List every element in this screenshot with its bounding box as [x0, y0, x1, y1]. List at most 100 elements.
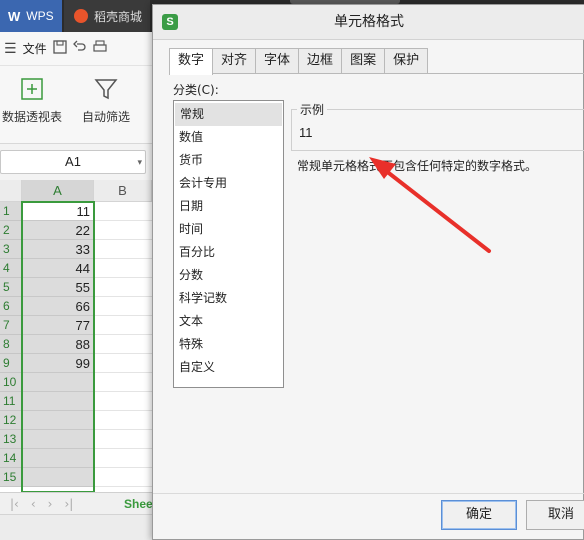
cell-a[interactable]: 44 — [22, 259, 94, 278]
table-row[interactable]: 2 22 — [0, 221, 152, 240]
column-header-a[interactable]: A — [22, 180, 94, 202]
row-header[interactable]: 12 — [0, 411, 22, 430]
hamburger-icon[interactable]: ☰ — [4, 41, 17, 57]
row-header[interactable]: 8 — [0, 335, 22, 354]
category-item-general[interactable]: 常规 — [175, 103, 282, 126]
cell-a[interactable]: 99 — [22, 354, 94, 373]
table-row[interactable]: 6 66 — [0, 297, 152, 316]
tab-wps[interactable]: W WPS — [0, 0, 62, 32]
cell-a[interactable]: 33 — [22, 240, 94, 259]
cell-a[interactable]: 77 — [22, 316, 94, 335]
ok-button[interactable]: 确定 — [441, 500, 517, 530]
table-row[interactable]: 13 — [0, 430, 152, 449]
autofilter-button[interactable]: 自动筛选 — [82, 76, 130, 125]
row-header[interactable]: 10 — [0, 373, 22, 392]
category-list[interactable]: 常规 数值 货币 会计专用 日期 时间 百分比 分数 科学记数 文本 特殊 自定… — [173, 100, 284, 388]
cell-b[interactable] — [94, 335, 152, 354]
prev-sheet-icon[interactable]: ‹ — [31, 497, 36, 511]
category-item-percentage[interactable]: 百分比 — [174, 241, 283, 264]
table-row[interactable]: 4 44 — [0, 259, 152, 278]
category-item-currency[interactable]: 货币 — [174, 149, 283, 172]
cell-a[interactable] — [22, 468, 94, 487]
corner-cell[interactable] — [0, 180, 22, 202]
table-row[interactable]: 1 11 — [0, 202, 152, 221]
cell-a[interactable] — [22, 373, 94, 392]
row-header[interactable]: 15 — [0, 468, 22, 487]
cell-b[interactable] — [94, 297, 152, 316]
tab-docer-store[interactable]: 稻壳商城 — [64, 0, 150, 32]
tab-number[interactable]: 数字 — [169, 48, 214, 75]
cell-b[interactable] — [94, 354, 152, 373]
chevron-down-icon[interactable]: ▾ — [137, 151, 142, 173]
category-item-custom[interactable]: 自定义 — [174, 356, 283, 379]
cell-a[interactable] — [22, 392, 94, 411]
print-icon[interactable] — [92, 39, 107, 58]
table-row[interactable]: 9 99 — [0, 354, 152, 373]
cell-a[interactable]: 88 — [22, 335, 94, 354]
undo-icon[interactable] — [72, 40, 87, 58]
last-sheet-icon[interactable]: ›| — [64, 497, 73, 511]
table-row[interactable]: 15 — [0, 468, 152, 487]
next-sheet-icon[interactable]: › — [48, 497, 53, 511]
cell-a[interactable]: 55 — [22, 278, 94, 297]
row-header[interactable]: 7 — [0, 316, 22, 335]
row-header[interactable]: 6 — [0, 297, 22, 316]
cell-b[interactable] — [94, 259, 152, 278]
cell-b[interactable] — [94, 373, 152, 392]
table-row[interactable]: 8 88 — [0, 335, 152, 354]
column-header-b[interactable]: B — [94, 180, 152, 202]
save-icon[interactable] — [52, 39, 67, 58]
cell-a[interactable] — [22, 430, 94, 449]
cell-a[interactable]: 11 — [22, 202, 94, 221]
cell-b[interactable] — [94, 468, 152, 487]
cell-a[interactable]: 22 — [22, 221, 94, 240]
category-item-fraction[interactable]: 分数 — [174, 264, 283, 287]
cell-b[interactable] — [94, 392, 152, 411]
category-item-number[interactable]: 数值 — [174, 126, 283, 149]
cell-a[interactable] — [22, 411, 94, 430]
row-header[interactable]: 2 — [0, 221, 22, 240]
row-header[interactable]: 5 — [0, 278, 22, 297]
category-item-time[interactable]: 时间 — [174, 218, 283, 241]
row-header[interactable]: 11 — [0, 392, 22, 411]
cell-b[interactable] — [94, 202, 152, 221]
pivot-table-button[interactable]: 数据透视表 — [2, 76, 62, 125]
row-header[interactable]: 1 — [0, 202, 22, 221]
table-row[interactable]: 12 — [0, 411, 152, 430]
tab-protection[interactable]: 保护 — [384, 48, 429, 74]
table-row[interactable]: 5 55 — [0, 278, 152, 297]
category-item-accounting[interactable]: 会计专用 — [174, 172, 283, 195]
cell-b[interactable] — [94, 278, 152, 297]
sheet-tab[interactable]: Shee — [124, 497, 153, 511]
row-header[interactable]: 4 — [0, 259, 22, 278]
cell-a[interactable]: 66 — [22, 297, 94, 316]
table-row[interactable]: 3 33 — [0, 240, 152, 259]
tab-border[interactable]: 边框 — [298, 48, 343, 74]
cancel-button[interactable]: 取消 — [526, 500, 584, 530]
category-item-text[interactable]: 文本 — [174, 310, 283, 333]
tab-pattern[interactable]: 图案 — [341, 48, 386, 74]
cell-b[interactable] — [94, 449, 152, 468]
category-item-date[interactable]: 日期 — [174, 195, 283, 218]
table-row[interactable]: 7 77 — [0, 316, 152, 335]
table-row[interactable]: 14 — [0, 449, 152, 468]
row-header[interactable]: 3 — [0, 240, 22, 259]
cell-b[interactable] — [94, 221, 152, 240]
category-item-special[interactable]: 特殊 — [174, 333, 283, 356]
category-item-scientific[interactable]: 科学记数 — [174, 287, 283, 310]
name-box[interactable]: A1 ▾ — [0, 150, 146, 174]
tab-font[interactable]: 字体 — [255, 48, 300, 74]
cell-b[interactable] — [94, 430, 152, 449]
cell-b[interactable] — [94, 316, 152, 335]
first-sheet-icon[interactable]: |‹ — [10, 497, 19, 511]
cell-b[interactable] — [94, 240, 152, 259]
row-header[interactable]: 14 — [0, 449, 22, 468]
row-header[interactable]: 9 — [0, 354, 22, 373]
spreadsheet-grid[interactable]: A B 1 11 2 22 3 33 4 44 5 55 6 66 7 77 8 88 9 99 10 11 12 13 1… — [0, 180, 152, 492]
cell-a[interactable] — [22, 449, 94, 468]
file-menu[interactable]: 文件 — [23, 40, 47, 57]
row-header[interactable]: 13 — [0, 430, 22, 449]
table-row[interactable]: 11 — [0, 392, 152, 411]
tab-alignment[interactable]: 对齐 — [212, 48, 257, 74]
table-row[interactable]: 10 — [0, 373, 152, 392]
